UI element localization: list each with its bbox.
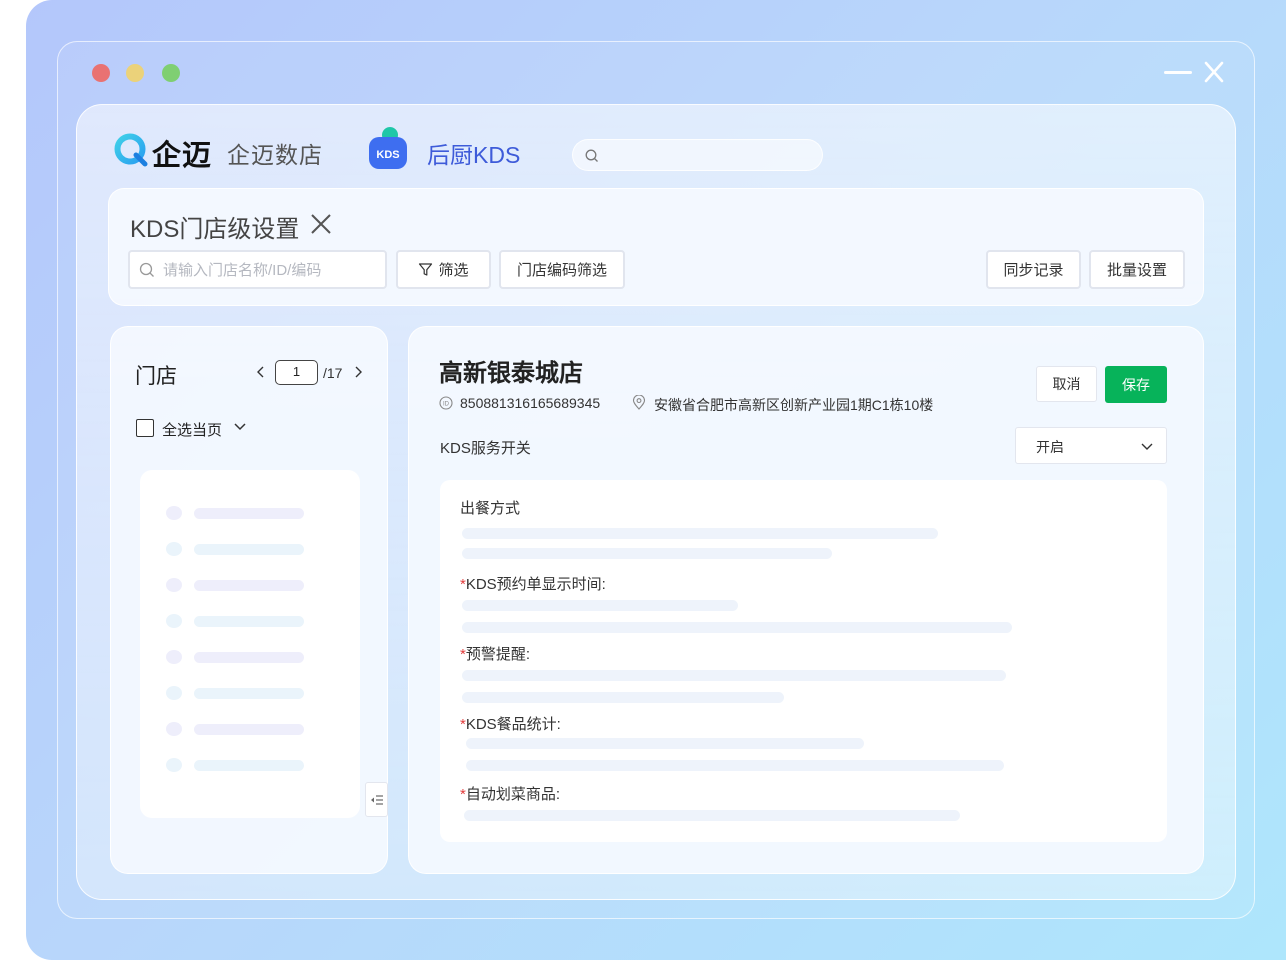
brand-name: 企迈 [152, 140, 213, 172]
kds-product-name: 后厨KDS [427, 142, 521, 168]
skeleton-avatar [166, 506, 182, 520]
setting-label-text: 出餐方式 [460, 500, 521, 517]
svg-text:ID: ID [443, 402, 450, 408]
store-address: 安徽省合肥市高新区创新产业园1期C1栋10楼 [654, 397, 934, 413]
sync-records-button[interactable]: 同步记录 [986, 250, 1081, 289]
skeleton-line [462, 528, 938, 539]
close-icon[interactable] [309, 212, 333, 236]
setting-label-reservation-time: *KDS预约单显示时间: [460, 573, 606, 594]
filter-button[interactable]: 筛选 [396, 250, 491, 289]
store-id: 850881316165689345 [460, 395, 601, 411]
select-all-label: 全选当页 [162, 422, 223, 439]
skeleton-avatar [166, 614, 182, 628]
setting-label-text: KDS餐品统计: [465, 716, 561, 733]
product-name: 企迈数店 [227, 142, 323, 168]
id-icon: ID [439, 396, 453, 410]
page-number-input[interactable]: 1 [275, 360, 318, 385]
setting-label-serve-mode: 出餐方式 [460, 497, 520, 518]
skeleton-bar [194, 760, 304, 771]
skeleton-line [462, 622, 1012, 633]
window-minimize-dot[interactable] [126, 64, 144, 82]
collapse-panel-button[interactable] [365, 782, 388, 817]
setting-label-text: KDS预约单显示时间: [465, 576, 606, 593]
collapse-list-icon [371, 795, 383, 805]
kds-switch-value: 开启 [1036, 439, 1064, 455]
svg-text:KDS: KDS [376, 149, 399, 161]
setting-label-dish-stats: *KDS餐品统计: [460, 713, 561, 734]
filter-icon [419, 263, 433, 276]
setting-label-warning: *预警提醒: [460, 643, 530, 664]
skeleton-bar [194, 688, 304, 699]
page-total: /17 [323, 365, 343, 381]
window-maximize-dot[interactable] [162, 64, 180, 82]
page-title: KDS门店级设置 [130, 216, 300, 243]
chevron-down-icon [1141, 443, 1153, 450]
skeleton-bar [194, 544, 304, 555]
skeleton-line [462, 692, 784, 703]
batch-settings-button[interactable]: 批量设置 [1089, 250, 1185, 289]
store-name: 高新银泰城店 [439, 360, 583, 387]
store-code-filter-button[interactable]: 门店编码筛选 [499, 250, 625, 289]
store-search-input[interactable] [163, 259, 378, 281]
skeleton-avatar [166, 686, 182, 700]
minimize-icon[interactable] [1164, 71, 1192, 74]
skeleton-line [462, 600, 738, 611]
select-all-checkbox[interactable] [136, 419, 154, 437]
skeleton-avatar [166, 758, 182, 772]
skeleton-avatar [166, 578, 182, 592]
cancel-button[interactable]: 取消 [1036, 366, 1097, 402]
skeleton-avatar [166, 722, 182, 736]
filter-label: 筛选 [438, 262, 469, 279]
skeleton-avatar [166, 542, 182, 556]
skeleton-line [466, 738, 864, 749]
skeleton-line [466, 760, 1004, 771]
search-icon [139, 262, 154, 277]
skeleton-bar [194, 616, 304, 627]
sync-records-label: 同步记录 [1003, 262, 1064, 279]
skeleton-bar [194, 652, 304, 663]
skeleton-line [462, 670, 1006, 681]
batch-settings-label: 批量设置 [1106, 262, 1167, 279]
window-close-dot[interactable] [92, 64, 110, 82]
store-code-filter-label: 门店编码筛选 [516, 262, 607, 279]
kds-switch-label: KDS服务开关 [440, 440, 531, 457]
skeleton-line [462, 548, 832, 559]
skeleton-line [464, 810, 960, 821]
kds-logo-icon: KDS [369, 127, 407, 169]
save-button[interactable]: 保存 [1105, 366, 1167, 403]
skeleton-bar [194, 508, 304, 519]
chevron-left-icon[interactable] [254, 365, 268, 379]
setting-label-auto-mark: *自动划菜商品: [460, 783, 560, 804]
setting-label-text: 预警提醒: [465, 646, 531, 663]
kds-switch-select[interactable]: 开启 [1015, 427, 1167, 464]
chevron-right-icon[interactable] [351, 365, 365, 379]
setting-label-text: 自动划菜商品: [465, 786, 561, 803]
search-icon [585, 149, 598, 162]
skeleton-bar [194, 580, 304, 591]
skeleton-bar [194, 724, 304, 735]
close-icon[interactable] [1203, 60, 1225, 84]
location-pin-icon [632, 395, 646, 410]
store-search-field[interactable] [128, 250, 387, 289]
chevron-down-icon[interactable] [232, 419, 248, 435]
qimai-logo-icon [114, 133, 148, 167]
global-search-input[interactable] [572, 139, 823, 171]
store-list-title: 门店 [135, 365, 177, 388]
skeleton-avatar [166, 650, 182, 664]
